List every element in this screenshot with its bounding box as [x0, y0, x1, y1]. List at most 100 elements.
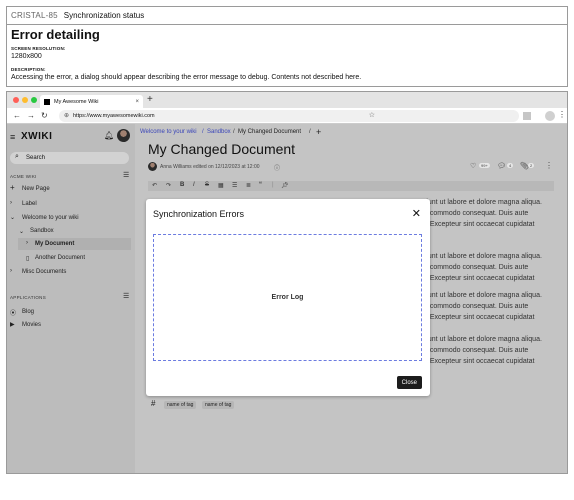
- likes-count: 99+: [479, 163, 490, 168]
- back-arrow-icon[interactable]: ←: [13, 111, 21, 120]
- sidebar-item-label[interactable]: Label: [22, 201, 37, 207]
- body-line: r. Excepteur sint occaecat cupidatat: [424, 358, 535, 365]
- breadcrumb-item[interactable]: Welcome to your wiki: [140, 129, 197, 135]
- numbered-list-icon[interactable]: ≣: [246, 182, 251, 189]
- maximize-dot-icon[interactable]: [31, 97, 37, 103]
- body-line: dunt ut labore et dolore magna aliqua.: [424, 253, 542, 260]
- sidebar-item-sandbox[interactable]: Sandbox: [30, 228, 54, 234]
- reload-icon[interactable]: ↻: [41, 111, 48, 120]
- spec-heading: Error detailing: [11, 27, 100, 42]
- tab-bar: My Awesome Wiki × +: [7, 92, 567, 108]
- new-tab-button[interactable]: +: [147, 94, 153, 105]
- document-icon: ▯: [26, 256, 30, 262]
- chevron-down-icon[interactable]: ⌄: [10, 214, 15, 221]
- spec-header: CRISTAL-85 Synchronization status: [7, 7, 567, 25]
- close-icon[interactable]: ✕: [412, 207, 421, 220]
- more-options-icon[interactable]: ⋮: [545, 161, 553, 170]
- redo-icon[interactable]: ↷: [166, 182, 171, 189]
- blog-icon: ⦿: [10, 311, 17, 317]
- toolbar-divider: |: [272, 182, 274, 188]
- info-icon[interactable]: ⓘ: [274, 163, 280, 172]
- profile-icon[interactable]: [545, 111, 555, 121]
- error-log-panel[interactable]: Error Log: [153, 234, 422, 361]
- menu-icon[interactable]: ≡: [10, 132, 15, 142]
- heart-icon[interactable]: ♡: [470, 162, 476, 170]
- comment-icon[interactable]: 💬︎: [497, 162, 506, 170]
- close-dot-icon[interactable]: [13, 97, 19, 103]
- section-label-acme: ACME WIKI: [10, 174, 37, 179]
- italic-icon[interactable]: I: [193, 182, 195, 188]
- author-avatar[interactable]: [148, 162, 157, 171]
- hashtag-icon: #: [151, 399, 156, 408]
- bookmark-star-icon[interactable]: ☆: [369, 111, 375, 119]
- editor-toolbar: ↶ ↷ B I S ▦ ☰ ≣ “ | 📌︎: [148, 181, 554, 191]
- tab-close-icon[interactable]: ×: [135, 99, 139, 105]
- browser-menu-icon[interactable]: ⋮: [558, 110, 566, 119]
- search-icon: ⌕: [15, 153, 19, 160]
- address-bar: ← → ↻ ⊕ https://www.myawesomewiki.com ☆ …: [7, 108, 567, 124]
- breadcrumb-item[interactable]: Sandbox: [207, 129, 231, 135]
- tag-chip[interactable]: name of tag: [202, 401, 235, 409]
- sidebar-item-welcome[interactable]: Welcome to your wiki: [22, 215, 79, 221]
- body-line: r. Excepteur sint occaecat cupidatat: [424, 314, 535, 321]
- search-placeholder: Search: [26, 155, 46, 161]
- url-input[interactable]: ⊕ https://www.myawesomewiki.com ☆: [59, 110, 519, 122]
- new-page-button[interactable]: New Page: [22, 186, 50, 192]
- strikethrough-icon[interactable]: S: [205, 182, 209, 188]
- edit-meta: Anna Williams edited on 12/12/2023 at 12…: [160, 164, 260, 170]
- sidebar-item-misc[interactable]: Misc Documents: [22, 269, 66, 275]
- tab-title: My Awesome Wiki: [54, 98, 99, 105]
- app-item-movies[interactable]: Movies: [22, 322, 41, 328]
- description-label: DESCRIPTION:: [11, 67, 46, 72]
- close-button[interactable]: Close: [396, 376, 422, 389]
- resolution-label: SCREEN RESOLUTION:: [11, 46, 66, 51]
- chevron-right-icon[interactable]: ›: [26, 240, 28, 246]
- breadcrumb-separator: /: [233, 129, 235, 135]
- forward-arrow-icon[interactable]: →: [27, 111, 35, 120]
- section-menu-icon[interactable]: ☰: [123, 171, 129, 179]
- body-line: dunt ut labore et dolore magna aliqua.: [424, 336, 542, 343]
- sidebar-item-another-document[interactable]: Another Document: [35, 255, 85, 261]
- description-value: Accessing the error, a dialog should app…: [11, 74, 362, 81]
- chevron-right-icon[interactable]: ›: [10, 200, 12, 206]
- sync-errors-dialog: Synchronization Errors ✕ Error Log Close: [146, 199, 430, 396]
- body-line: dunt ut labore et dolore magna aliqua.: [424, 292, 542, 299]
- body-line: a commodo consequat. Duis aute: [424, 347, 529, 354]
- body-line: a commodo consequat. Duis aute: [424, 264, 529, 271]
- minimize-dot-icon[interactable]: [22, 97, 28, 103]
- table-icon[interactable]: ▦: [218, 182, 224, 189]
- spec-card: CRISTAL-85 Synchronization status Error …: [6, 6, 568, 87]
- app-item-blog[interactable]: Blog: [22, 309, 34, 315]
- favicon-icon: [44, 98, 50, 105]
- chevron-down-icon[interactable]: ⌄: [19, 228, 24, 235]
- body-line: dunt ut labore et dolore magna aliqua.: [424, 199, 542, 206]
- body-line: r. Excepteur sint occaecat cupidatat: [424, 275, 535, 282]
- ticket-name: Synchronization status: [63, 11, 145, 20]
- user-avatar[interactable]: [117, 129, 130, 142]
- dialog-title: Synchronization Errors: [153, 209, 245, 219]
- chevron-right-icon[interactable]: ›: [10, 268, 12, 274]
- sidebar-item-my-document[interactable]: My Document: [35, 241, 74, 247]
- bell-icon[interactable]: 🔔︎: [104, 131, 114, 140]
- section-label-applications: APPLICATIONS: [10, 295, 47, 300]
- error-log-label: Error Log: [271, 294, 304, 301]
- extension-icon[interactable]: [523, 112, 531, 120]
- tag-chip[interactable]: name of tag: [164, 401, 197, 409]
- pin-icon[interactable]: 📌︎: [281, 182, 289, 189]
- apps-menu-icon[interactable]: ☰: [123, 292, 129, 300]
- page-title: My Changed Document: [148, 141, 296, 157]
- undo-icon[interactable]: ↶: [152, 182, 157, 189]
- lock-icon: ⊕: [64, 113, 70, 119]
- body-line: r. Excepteur sint occaecat cupidatat: [424, 221, 535, 228]
- breadcrumb-separator: /: [309, 129, 311, 135]
- quote-icon[interactable]: “: [259, 182, 262, 188]
- play-icon: ▶: [10, 322, 15, 328]
- search-input[interactable]: ⌕ Search: [10, 152, 129, 164]
- add-breadcrumb-button[interactable]: +: [316, 127, 321, 137]
- browser-tab[interactable]: My Awesome Wiki ×: [40, 95, 143, 108]
- ticket-id: CRISTAL-85: [11, 11, 58, 20]
- bold-icon[interactable]: B: [180, 182, 184, 188]
- bullet-list-icon[interactable]: ☰: [232, 182, 237, 189]
- xwiki-logo[interactable]: XWIKI: [21, 131, 52, 142]
- plus-icon[interactable]: +: [10, 183, 15, 192]
